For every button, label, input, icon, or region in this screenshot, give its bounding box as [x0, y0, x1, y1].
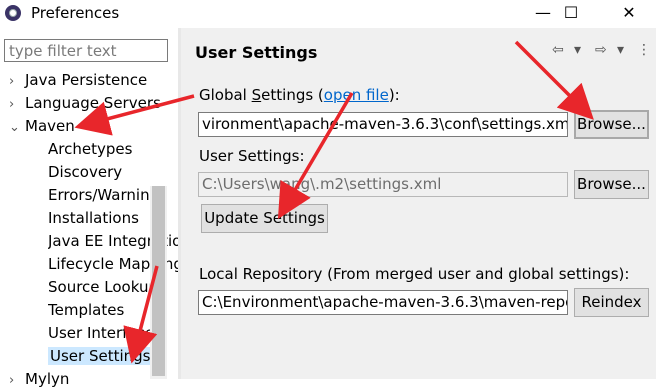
tree-item[interactable]: › Language Servers: [9, 92, 161, 114]
user-settings-label: User Settings:: [199, 147, 305, 165]
eclipse-icon: [5, 5, 21, 21]
back-icon[interactable]: ⇦: [552, 42, 564, 58]
tree-item-label: Lifecycle Mappings: [48, 255, 191, 273]
tree-item-label: Installations: [48, 209, 139, 227]
tree-item-label: User Settings: [48, 347, 153, 365]
forward-icon[interactable]: ⇨: [595, 42, 607, 58]
tree-item[interactable]: Discovery: [48, 161, 122, 183]
reindex-button[interactable]: Reindex: [574, 288, 649, 317]
chevron-right-icon[interactable]: ›: [9, 94, 25, 114]
tree-item[interactable]: ⌄ Maven: [9, 115, 75, 137]
tree-item[interactable]: Archetypes: [48, 138, 132, 160]
tree-item-label: Java EE Integration: [48, 232, 191, 250]
back-menu-icon[interactable]: ▾: [574, 42, 581, 58]
user-settings-field[interactable]: C:\Users\wang\.m2\settings.xml: [198, 172, 568, 197]
global-settings-field[interactable]: vironment\apache-maven-3.6.3\conf\settin…: [198, 112, 568, 137]
window-title: Preferences: [31, 4, 120, 22]
local-repository-field[interactable]: C:\Environment\apache-maven-3.6.3\maven-…: [198, 290, 568, 315]
close-button[interactable]: ✕: [606, 0, 652, 28]
tree-item[interactable]: Source Lookup: [48, 276, 158, 298]
tree-item-label: Source Lookup: [48, 278, 158, 296]
tree-item-label: Java Persistence: [25, 71, 148, 89]
tree-item[interactable]: User Interface: [48, 322, 154, 344]
tree-item-label: Templates: [48, 301, 125, 319]
local-repository-label: Local Repository (From merged user and g…: [199, 265, 630, 283]
forward-menu-icon[interactable]: ▾: [617, 42, 624, 58]
tree-item-label: User Interface: [48, 324, 155, 342]
scrollbar-thumb[interactable]: [152, 186, 165, 376]
tree-item-label: Archetypes: [48, 140, 133, 158]
chevron-right-icon[interactable]: ›: [9, 71, 25, 91]
tree-item[interactable]: › Mylyn: [9, 368, 69, 390]
chevron-right-icon[interactable]: ›: [9, 370, 25, 390]
tree-item-label: Maven: [25, 117, 75, 135]
tree-item[interactable]: Installations: [48, 207, 139, 229]
tree-item-label: Mylyn: [25, 370, 70, 388]
global-settings-label: Global Settings (open file):: [199, 86, 400, 104]
preferences-sidebar: ›Java Persistence›Language Servers⌄Maven…: [0, 30, 191, 388]
tree-item[interactable]: Java EE Integration: [48, 230, 191, 252]
browse-user-button[interactable]: Browse...: [574, 170, 649, 199]
settings-page: User Settings ⇦ ▾ ⇨ ▾ ⋮ Global Settings …: [181, 28, 656, 379]
update-settings-button[interactable]: Update Settings: [201, 204, 328, 233]
tree-item[interactable]: Templates: [48, 299, 124, 321]
sidebar-scrollbar[interactable]: [150, 186, 167, 379]
view-menu-icon[interactable]: ⋮: [637, 42, 651, 58]
browse-global-button[interactable]: Browse...: [574, 110, 649, 139]
open-file-link[interactable]: open file: [324, 86, 389, 104]
tree-item[interactable]: User Settings: [48, 345, 153, 367]
tree-item-label: Language Servers: [25, 94, 161, 112]
tree-item[interactable]: › Java Persistence: [9, 69, 147, 91]
maximize-button[interactable]: ☐: [548, 0, 594, 28]
page-title: User Settings: [195, 43, 318, 62]
tree-item-label: Discovery: [48, 163, 123, 181]
filter-input[interactable]: [4, 39, 168, 62]
tree-item[interactable]: Lifecycle Mappings: [48, 253, 191, 275]
title-bar: Preferences — ☐ ✕: [0, 0, 656, 28]
chevron-down-icon[interactable]: ⌄: [9, 117, 25, 137]
